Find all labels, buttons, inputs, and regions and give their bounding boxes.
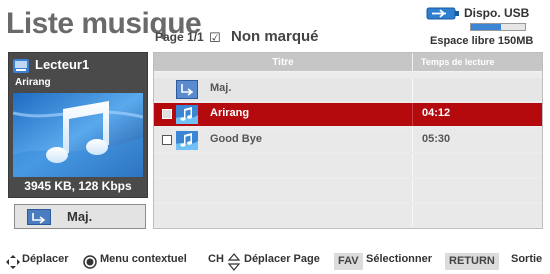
column-divider (412, 204, 413, 227)
usb-status: Dispo. USB Espace libre 150MB (420, 4, 545, 48)
usb-label: Dispo. USB (464, 6, 530, 20)
list-item[interactable]: Good Bye 05:30 (154, 129, 542, 152)
mark-checkbox[interactable] (162, 109, 172, 119)
list-item-name: Maj. (210, 82, 232, 94)
return-key: RETURN (445, 253, 499, 270)
list-item-selected[interactable]: Arirang 04:12 (154, 103, 542, 126)
help-select: Sélectionner (366, 253, 433, 265)
up-folder-button[interactable]: Maj. (14, 204, 146, 229)
list-item-name: Arirang (210, 107, 250, 119)
help-exit: Sortie (511, 253, 543, 265)
player-name: Lecteur1 (35, 57, 90, 72)
up-folder-icon (176, 80, 198, 99)
usb-free-space: Espace libre 150MB (430, 35, 534, 47)
music-file-icon (176, 131, 198, 150)
ok-button-icon (83, 255, 97, 269)
list-item-name: Good Bye (210, 133, 262, 145)
current-song: Arirang (15, 77, 51, 88)
help-bar: Déplacer Menu contextuel CH Déplacer Pag… (4, 253, 548, 271)
music-list: Titre Temps de lecture Maj. Arirang 04:1… (153, 52, 543, 229)
column-header-time: Temps de lecture (412, 53, 542, 72)
list-header: Titre Temps de lecture (154, 53, 542, 72)
up-folder-icon (27, 209, 51, 225)
usb-drive-icon (426, 7, 459, 20)
column-divider (412, 154, 413, 177)
list-item-empty (154, 204, 542, 227)
usb-space-bar-fill (471, 24, 501, 30)
list-item-empty (154, 154, 542, 177)
column-divider (412, 129, 413, 152)
up-folder-label: Maj. (67, 209, 93, 224)
mark-filter-label[interactable]: Non marqué (231, 28, 319, 45)
player-icon (13, 59, 29, 73)
column-header-title: Titre (272, 57, 294, 68)
list-item-empty (154, 179, 542, 202)
usb-space-bar (470, 23, 526, 31)
fav-key: FAV (334, 253, 363, 270)
mark-checkbox-icon[interactable]: ☑ (209, 30, 221, 46)
help-move: Déplacer (22, 253, 69, 265)
music-file-icon (176, 105, 198, 124)
column-divider (412, 179, 413, 202)
page-indicator: Page 1/1 (155, 30, 204, 44)
channel-up-down-icon (227, 253, 241, 271)
column-divider (412, 78, 413, 101)
list-item-duration: 05:30 (422, 133, 451, 145)
mark-checkbox[interactable] (162, 135, 172, 145)
now-playing-panel: Lecteur1 Arirang 3945 KB, 128 Kbps (8, 52, 148, 198)
list-item-duration: 04:12 (422, 107, 451, 119)
list-item-up-folder[interactable]: Maj. (154, 78, 542, 101)
column-divider (412, 103, 413, 126)
file-info: 3945 KB, 128 Kbps (24, 179, 132, 193)
music-note-icon (13, 93, 143, 177)
help-move-page: Déplacer Page (244, 253, 320, 265)
help-ch-key: CH (208, 253, 224, 265)
directional-arrows-icon (6, 255, 20, 269)
help-context-menu: Menu contextuel (100, 253, 187, 265)
